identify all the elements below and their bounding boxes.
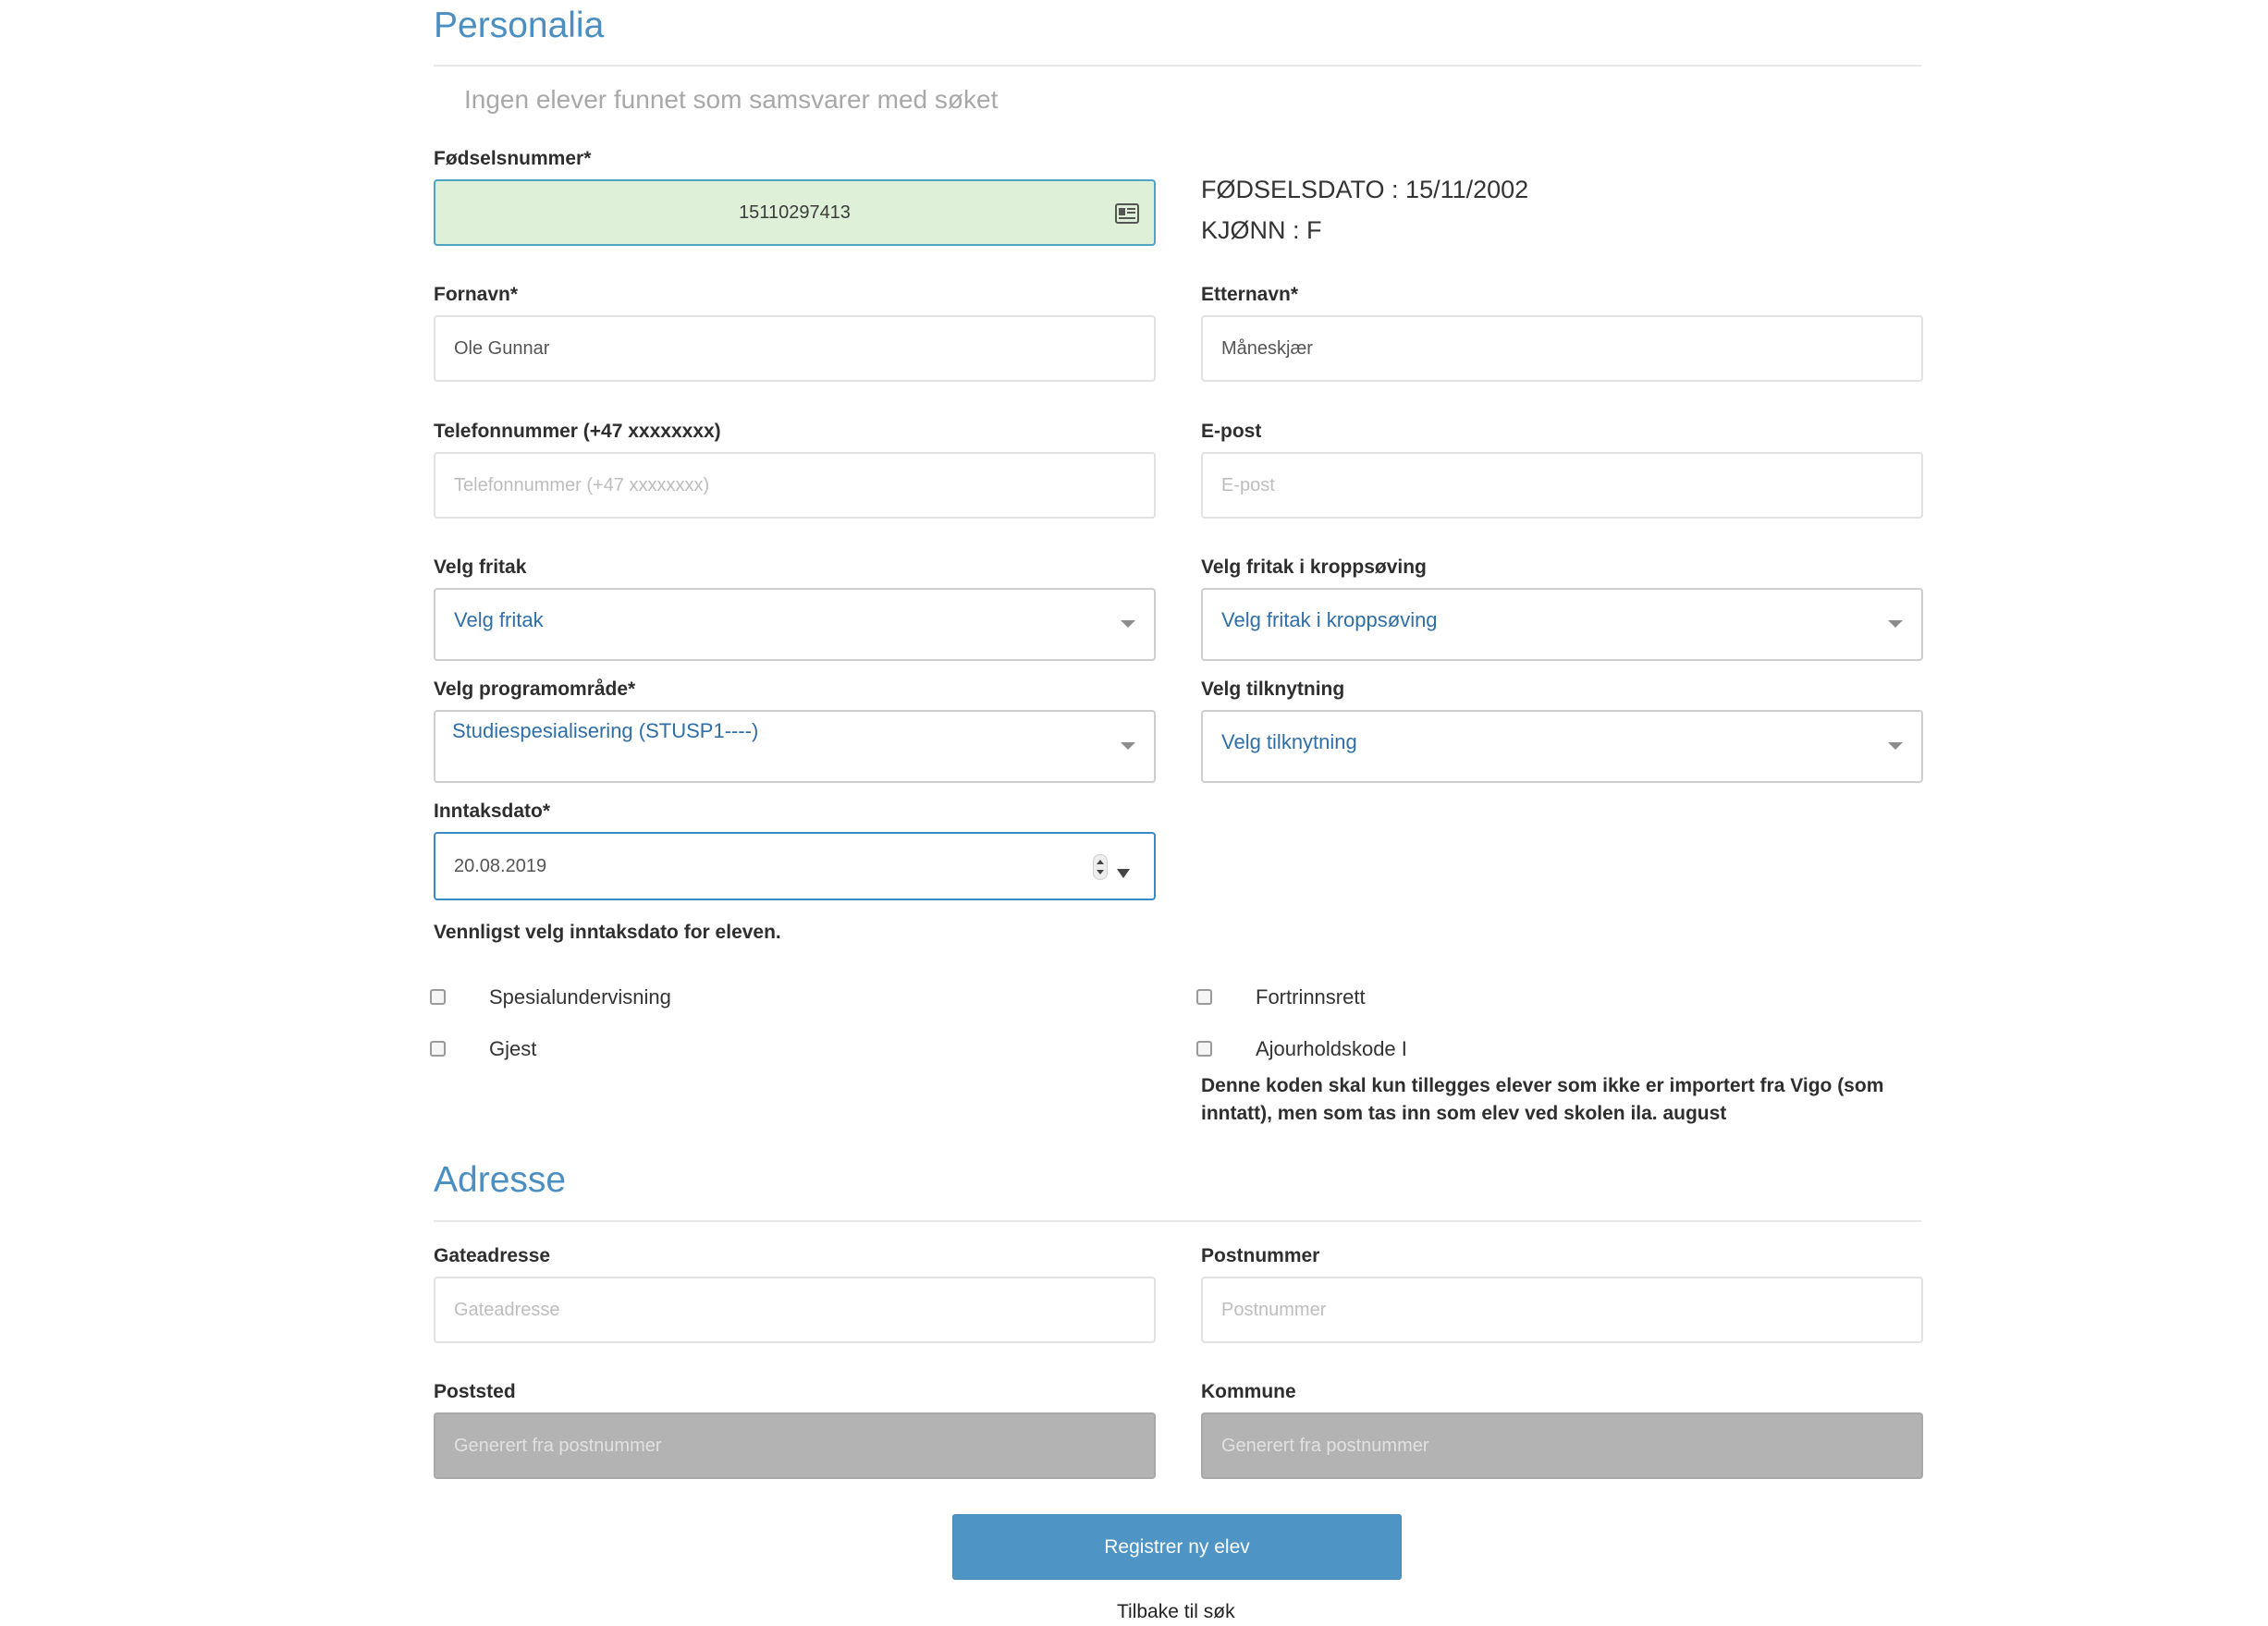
fritak-kropp-label: Velg fritak i kroppsøving <box>1201 556 1427 578</box>
inntaksdato-help: Vennligst velg inntaksdato for eleven. <box>434 922 781 943</box>
chevron-down-icon <box>1888 742 1903 750</box>
etternavn-label: Etternavn* <box>1201 284 1299 305</box>
spinner-icon[interactable] <box>1093 854 1108 886</box>
spesialundervisning-label: Spesialundervisning <box>489 985 671 1009</box>
inntaksdato-value: 20.08.2019 <box>454 855 547 876</box>
inntaksdato-input[interactable]: 20.08.2019 <box>434 832 1156 900</box>
fritak-kropp-select-value: Velg fritak i kroppsøving <box>1221 608 1438 631</box>
chevron-down-icon <box>1121 620 1135 628</box>
programomrade-select-value: Studiespesialisering (STUSP1----) <box>452 719 759 742</box>
section-divider <box>434 65 1921 67</box>
epost-input[interactable]: E-post <box>1201 452 1923 519</box>
fodselsnummer-label: Fødselsnummer* <box>434 148 592 169</box>
fritak-select[interactable]: Velg fritak <box>434 588 1156 661</box>
kommune-input: Generert fra postnummer <box>1201 1412 1923 1479</box>
etternavn-input[interactable]: Måneskjær <box>1201 315 1923 382</box>
tilknytning-select[interactable]: Velg tilknytning <box>1201 710 1923 783</box>
back-to-search-link[interactable]: Tilbake til søk <box>1117 1601 1235 1623</box>
chevron-down-icon <box>1121 742 1135 750</box>
programomrade-select[interactable]: Studiespesialisering (STUSP1----) <box>434 710 1156 783</box>
fortrinnsrett-checkbox[interactable] <box>1196 989 1212 1005</box>
fodselsdato-info: FØDSELSDATO : 15/11/2002 <box>1201 176 1529 203</box>
calendar-dropdown-icon[interactable] <box>1117 862 1130 884</box>
gateadresse-input[interactable]: Gateadresse <box>434 1277 1156 1343</box>
ajourhold-help-line2: inntatt), men som tas inn som elev ved s… <box>1201 1103 1727 1124</box>
gjest-checkbox[interactable] <box>430 1041 446 1057</box>
telefon-input[interactable]: Telefonnummer (+47 xxxxxxxx) <box>434 452 1156 519</box>
tilknytning-select-value: Velg tilknytning <box>1221 730 1357 753</box>
register-button[interactable]: Registrer ny elev <box>952 1514 1402 1580</box>
section-title-adresse: Adresse <box>434 1160 567 1200</box>
fodselsnummer-value: 15110297413 <box>739 202 851 223</box>
poststed-input: Generert fra postnummer <box>434 1412 1156 1479</box>
fortrinnsrett-label: Fortrinnsrett <box>1256 985 1366 1009</box>
gateadresse-label: Gateadresse <box>434 1245 551 1266</box>
programomrade-label: Velg programområde* <box>434 679 636 700</box>
fodselsnummer-input[interactable]: 15110297413 <box>434 179 1156 246</box>
fritak-label: Velg fritak <box>434 556 527 578</box>
kommune-label: Kommune <box>1201 1381 1296 1402</box>
ajourhold-help-line1: Denne koden skal kun tillegges elever so… <box>1201 1075 1884 1096</box>
inntaksdato-label: Inntaksdato* <box>434 801 551 822</box>
fritak-kropp-select[interactable]: Velg fritak i kroppsøving <box>1201 588 1923 661</box>
id-card-icon[interactable] <box>1115 203 1139 229</box>
poststed-label: Poststed <box>434 1381 516 1402</box>
no-results-notice: Ingen elever funnet som samsvarer med sø… <box>464 85 999 114</box>
telefon-label: Telefonnummer (+47 xxxxxxxx) <box>434 421 721 442</box>
tilknytning-label: Velg tilknytning <box>1201 679 1345 700</box>
epost-label: E-post <box>1201 421 1262 442</box>
section-title-personalia: Personalia <box>434 6 605 45</box>
postnummer-input[interactable]: Postnummer <box>1201 1277 1923 1343</box>
kjonn-info: KJØNN : F <box>1201 216 1322 244</box>
gjest-label: Gjest <box>489 1037 537 1060</box>
fritak-select-value: Velg fritak <box>454 608 544 631</box>
fornavn-input[interactable]: Ole Gunnar <box>434 315 1156 382</box>
section-divider <box>434 1220 1921 1222</box>
postnummer-label: Postnummer <box>1201 1245 1320 1266</box>
fornavn-label: Fornavn* <box>434 284 519 305</box>
spesialundervisning-checkbox[interactable] <box>430 989 446 1005</box>
ajourholdskode-label: Ajourholdskode I <box>1256 1037 1407 1060</box>
ajourholdskode-checkbox[interactable] <box>1196 1041 1212 1057</box>
chevron-down-icon <box>1888 620 1903 628</box>
